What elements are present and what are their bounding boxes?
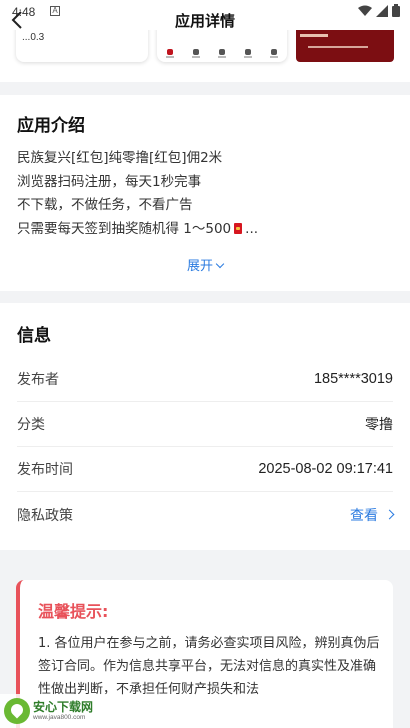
privacy-label: 隐私政策 <box>17 507 73 524</box>
warning-text: 1. 各位用户在参与之前，请务必查实项目风险，辨别真伪后签订合同。作为信息共享平… <box>38 636 380 697</box>
screenshot-2-tabbar <box>157 49 287 58</box>
intro-line: 浏览器扫码注册，每天1秒完事 <box>17 173 202 190</box>
expand-label: 展开 <box>186 259 213 274</box>
red-envelope-icon <box>234 222 243 234</box>
watermark-logo-icon <box>4 698 30 724</box>
app-screenshot-3[interactable] <box>296 30 394 62</box>
watermark-url: www.java800.com <box>33 713 86 721</box>
warning-title: 温馨提示: <box>38 602 109 621</box>
category-label: 分类 <box>17 417 45 433</box>
screenshot-carousel[interactable]: ...0.3 <box>0 30 410 82</box>
intro-line-last: 只需要每天签到抽奖随机得 1～500... <box>17 218 258 242</box>
mini-people-icon <box>192 49 200 58</box>
mini-home-icon <box>166 49 174 58</box>
privacy-view-link[interactable]: 查看 <box>350 505 395 525</box>
mini-gear-icon <box>270 49 278 58</box>
intro-line: 不下载，不做任务，不看广告 <box>17 197 193 213</box>
site-watermark: 安心下载网 www.java800.com <box>0 694 120 728</box>
intro-line: 民族复兴[红包]纯零撸[红包]佣2米 <box>17 150 223 166</box>
info-row-publish-time: 发布时间 2025-08-02 09:17:41 <box>17 447 393 492</box>
app-screenshot-1[interactable]: ...0.3 <box>16 30 148 62</box>
privacy-view-label: 查看 <box>350 507 378 524</box>
category-value: 零撸 <box>365 417 393 433</box>
intro-line-last-prefix: 只需要每天签到抽奖随机得 1～500 <box>17 220 232 237</box>
publish-time-label: 发布时间 <box>17 462 73 478</box>
info-section: 信息 发布者 185****3019 分类 零撸 发布时间 2025-08-02… <box>0 303 410 550</box>
intro-ellipsis: ... <box>245 220 259 237</box>
publisher-label: 发布者 <box>17 372 59 388</box>
app-intro-section: 应用介绍 民族复兴[红包]纯零撸[红包]佣2米 浏览器扫码注册，每天1秒完事 不… <box>0 95 410 291</box>
screenshot-3-line <box>308 46 368 48</box>
info-row-privacy: 隐私政策 查看 <box>17 492 395 537</box>
expand-button[interactable]: 展开 <box>0 255 410 274</box>
intro-text: 民族复兴[红包]纯零撸[红包]佣2米 浏览器扫码注册，每天1秒完事 不下载，不做… <box>17 147 258 241</box>
info-list: 发布者 185****3019 分类 零撸 发布时间 2025-08-02 09… <box>17 357 395 537</box>
chevron-down-icon <box>215 259 225 269</box>
publisher-value: 185****3019 <box>313 371 393 387</box>
screenshot-3-heading <box>300 34 328 37</box>
mini-grid-icon <box>244 49 252 58</box>
nav-bar: 应用详情 <box>0 6 410 34</box>
info-row-category: 分类 零撸 <box>17 402 393 447</box>
intro-title: 应用介绍 <box>17 116 85 136</box>
info-row-publisher: 发布者 185****3019 <box>17 357 393 402</box>
watermark-texts: 安心下载网 www.java800.com <box>33 701 93 722</box>
publish-time-value: 2025-08-02 09:17:41 <box>258 461 393 477</box>
page-title: 应用详情 <box>174 12 235 30</box>
chevron-right-icon <box>384 509 395 520</box>
app-screenshot-2[interactable] <box>157 30 287 62</box>
info-title: 信息 <box>17 326 51 346</box>
watermark-name: 安心下载网 <box>33 699 94 714</box>
mini-chart-icon <box>218 49 226 58</box>
